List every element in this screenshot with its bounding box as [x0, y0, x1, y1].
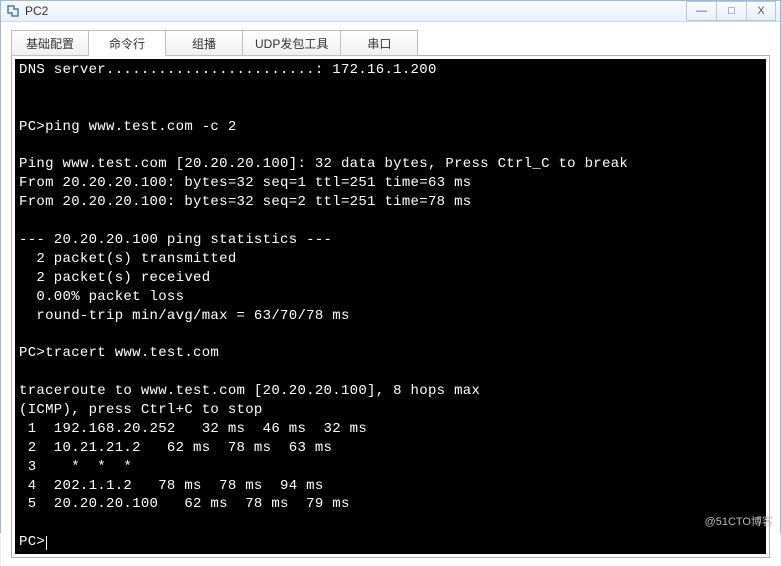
window-controls: — □ X	[686, 1, 776, 21]
tab-serial[interactable]: 串口	[340, 30, 418, 56]
tab-udp-tool[interactable]: UDP发包工具	[242, 30, 341, 56]
window-title: PC2	[25, 4, 686, 18]
minimize-button[interactable]: —	[686, 1, 716, 21]
terminal-wrapper: DNS server........................: 172.…	[11, 55, 770, 558]
tabs-row: 基础配置 命令行 组播 UDP发包工具 串口	[11, 30, 770, 56]
terminal[interactable]: DNS server........................: 172.…	[15, 59, 766, 554]
content-area: 基础配置 命令行 组播 UDP发包工具 串口 DNS server.......…	[1, 22, 780, 566]
tab-multicast[interactable]: 组播	[165, 30, 243, 56]
terminal-cursor	[46, 536, 47, 550]
app-icon	[5, 3, 21, 19]
tab-command-line[interactable]: 命令行	[88, 30, 166, 56]
close-button[interactable]: X	[746, 1, 776, 21]
maximize-button[interactable]: □	[716, 1, 746, 21]
tab-basic-config[interactable]: 基础配置	[11, 30, 89, 56]
titlebar[interactable]: PC2 — □ X	[1, 1, 780, 22]
app-window: PC2 — □ X 基础配置 命令行 组播 UDP发包工具 串口 DNS ser…	[0, 0, 781, 533]
